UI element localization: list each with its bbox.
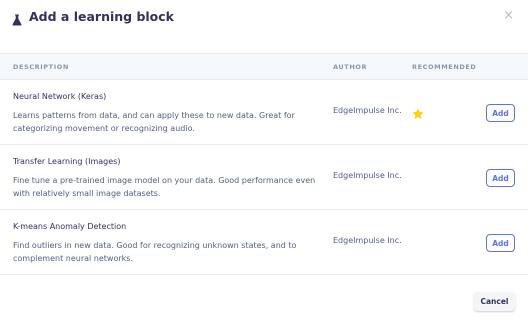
block-description: Learns patterns from data, and can apply…: [13, 111, 295, 133]
cancel-button[interactable]: Cancel: [474, 292, 515, 311]
block-author: EdgeImpulse Inc.: [333, 171, 402, 180]
table-row: K-means Anomaly Detection Find outliers …: [0, 210, 528, 275]
close-icon[interactable]: ×: [503, 9, 514, 23]
column-header-author: AUTHOR: [333, 63, 368, 71]
flask-icon: [12, 11, 22, 26]
column-header-description: DESCRIPTION: [13, 63, 69, 71]
dialog-title: Add a learning block: [29, 9, 174, 24]
block-name: K-means Anomaly Detection: [13, 222, 127, 231]
column-header-recommended: RECOMMENDED: [412, 63, 477, 71]
add-button[interactable]: Add: [486, 104, 515, 122]
table-row: Transfer Learning (Images) Fine tune a p…: [0, 145, 528, 210]
add-button[interactable]: Add: [486, 234, 515, 252]
block-name: Transfer Learning (Images): [13, 157, 121, 166]
block-name: Neural Network (Keras): [13, 92, 107, 101]
block-description: Fine tune a pre-trained image model on y…: [13, 176, 316, 198]
block-author: EdgeImpulse Inc.: [333, 106, 402, 115]
table-header: DESCRIPTION AUTHOR RECOMMENDED: [0, 53, 528, 80]
dialog-header: Add a learning block ×: [0, 0, 528, 36]
star-icon: [412, 105, 424, 120]
block-author: EdgeImpulse Inc.: [333, 236, 402, 245]
table-row: Neural Network (Keras) Learns patterns f…: [0, 80, 528, 145]
add-button[interactable]: Add: [486, 169, 515, 187]
block-description: Find outliers in new data. Good for reco…: [13, 241, 297, 263]
